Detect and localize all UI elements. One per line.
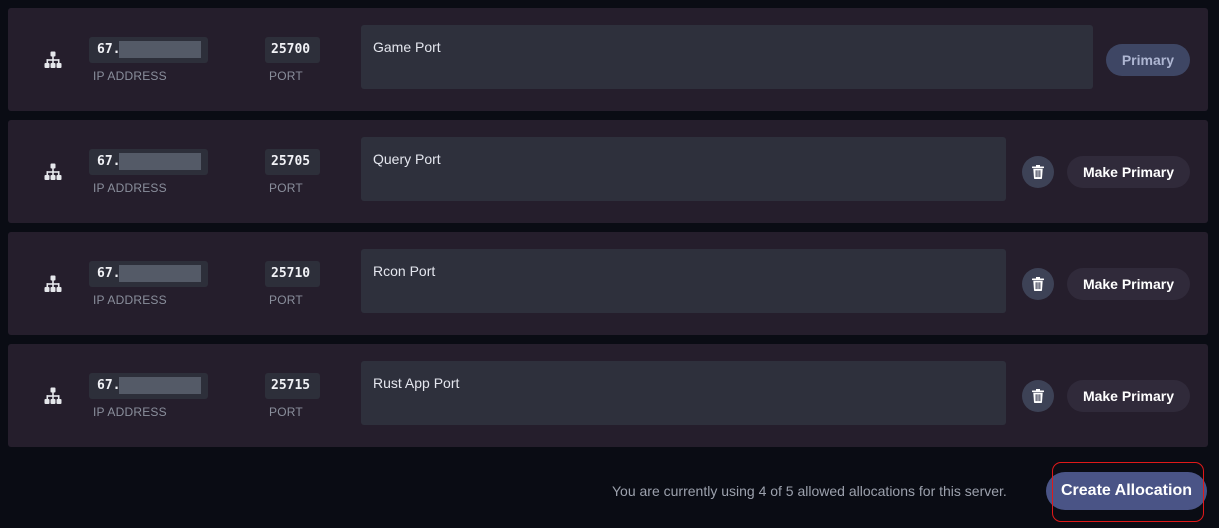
allocation-notes-field[interactable]: Rust App Port [361, 361, 1006, 425]
allocation-row: 67. IP ADDRESS 25705 PORT Query Port Mak… [8, 120, 1208, 223]
ip-address-text: 67. [97, 154, 121, 169]
allocation-usage-text: You are currently using 4 of 5 allowed a… [612, 483, 1007, 499]
ip-address-label: IP ADDRESS [93, 181, 167, 195]
ip-address-value[interactable]: 67. [89, 149, 208, 175]
port-label: PORT [269, 405, 303, 419]
network-icon [44, 275, 62, 293]
make-primary-button[interactable]: Make Primary [1066, 268, 1190, 300]
ip-address-label: IP ADDRESS [93, 405, 167, 419]
allocation-row: 67. IP ADDRESS 25700 PORT Game Port Prim… [8, 8, 1208, 111]
ip-address-text: 67. [97, 378, 121, 393]
ip-address-value[interactable]: 67. [89, 261, 208, 287]
make-primary-button[interactable]: Make Primary [1066, 380, 1190, 412]
allocation-notes-field[interactable]: Game Port [361, 25, 1093, 89]
redacted-ip-mask [119, 153, 201, 170]
redacted-ip-mask [119, 41, 201, 58]
port-label: PORT [269, 181, 303, 195]
redacted-ip-mask [119, 377, 201, 394]
ip-address-value[interactable]: 67. [89, 37, 208, 63]
allocation-notes-field[interactable]: Rcon Port [361, 249, 1006, 313]
redacted-ip-mask [119, 265, 201, 282]
make-primary-button[interactable]: Make Primary [1066, 156, 1190, 188]
network-icon [44, 51, 62, 69]
ip-address-text: 67. [97, 266, 121, 281]
trash-icon [1031, 277, 1045, 291]
allocation-row: 67. IP ADDRESS 25710 PORT Rcon Port Make… [8, 232, 1208, 335]
allocation-row: 67. IP ADDRESS 25715 PORT Rust App Port … [8, 344, 1208, 447]
delete-allocation-button[interactable] [1022, 380, 1054, 412]
trash-icon [1031, 165, 1045, 179]
port-label: PORT [269, 69, 303, 83]
ip-address-label: IP ADDRESS [93, 293, 167, 307]
port-label: PORT [269, 293, 303, 307]
port-value[interactable]: 25700 [265, 37, 320, 63]
allocation-notes-field[interactable]: Query Port [361, 137, 1006, 201]
network-icon [44, 387, 62, 405]
delete-allocation-button[interactable] [1022, 268, 1054, 300]
port-value[interactable]: 25715 [265, 373, 320, 399]
create-allocation-button[interactable]: Create Allocation [1046, 472, 1207, 510]
primary-badge-button[interactable]: Primary [1105, 44, 1190, 76]
network-icon [44, 163, 62, 181]
delete-allocation-button[interactable] [1022, 156, 1054, 188]
allocation-list: 67. IP ADDRESS 25700 PORT Game Port Prim… [8, 8, 1208, 456]
trash-icon [1031, 389, 1045, 403]
ip-address-value[interactable]: 67. [89, 373, 208, 399]
ip-address-text: 67. [97, 42, 121, 57]
ip-address-label: IP ADDRESS [93, 69, 167, 83]
port-value[interactable]: 25710 [265, 261, 320, 287]
port-value[interactable]: 25705 [265, 149, 320, 175]
